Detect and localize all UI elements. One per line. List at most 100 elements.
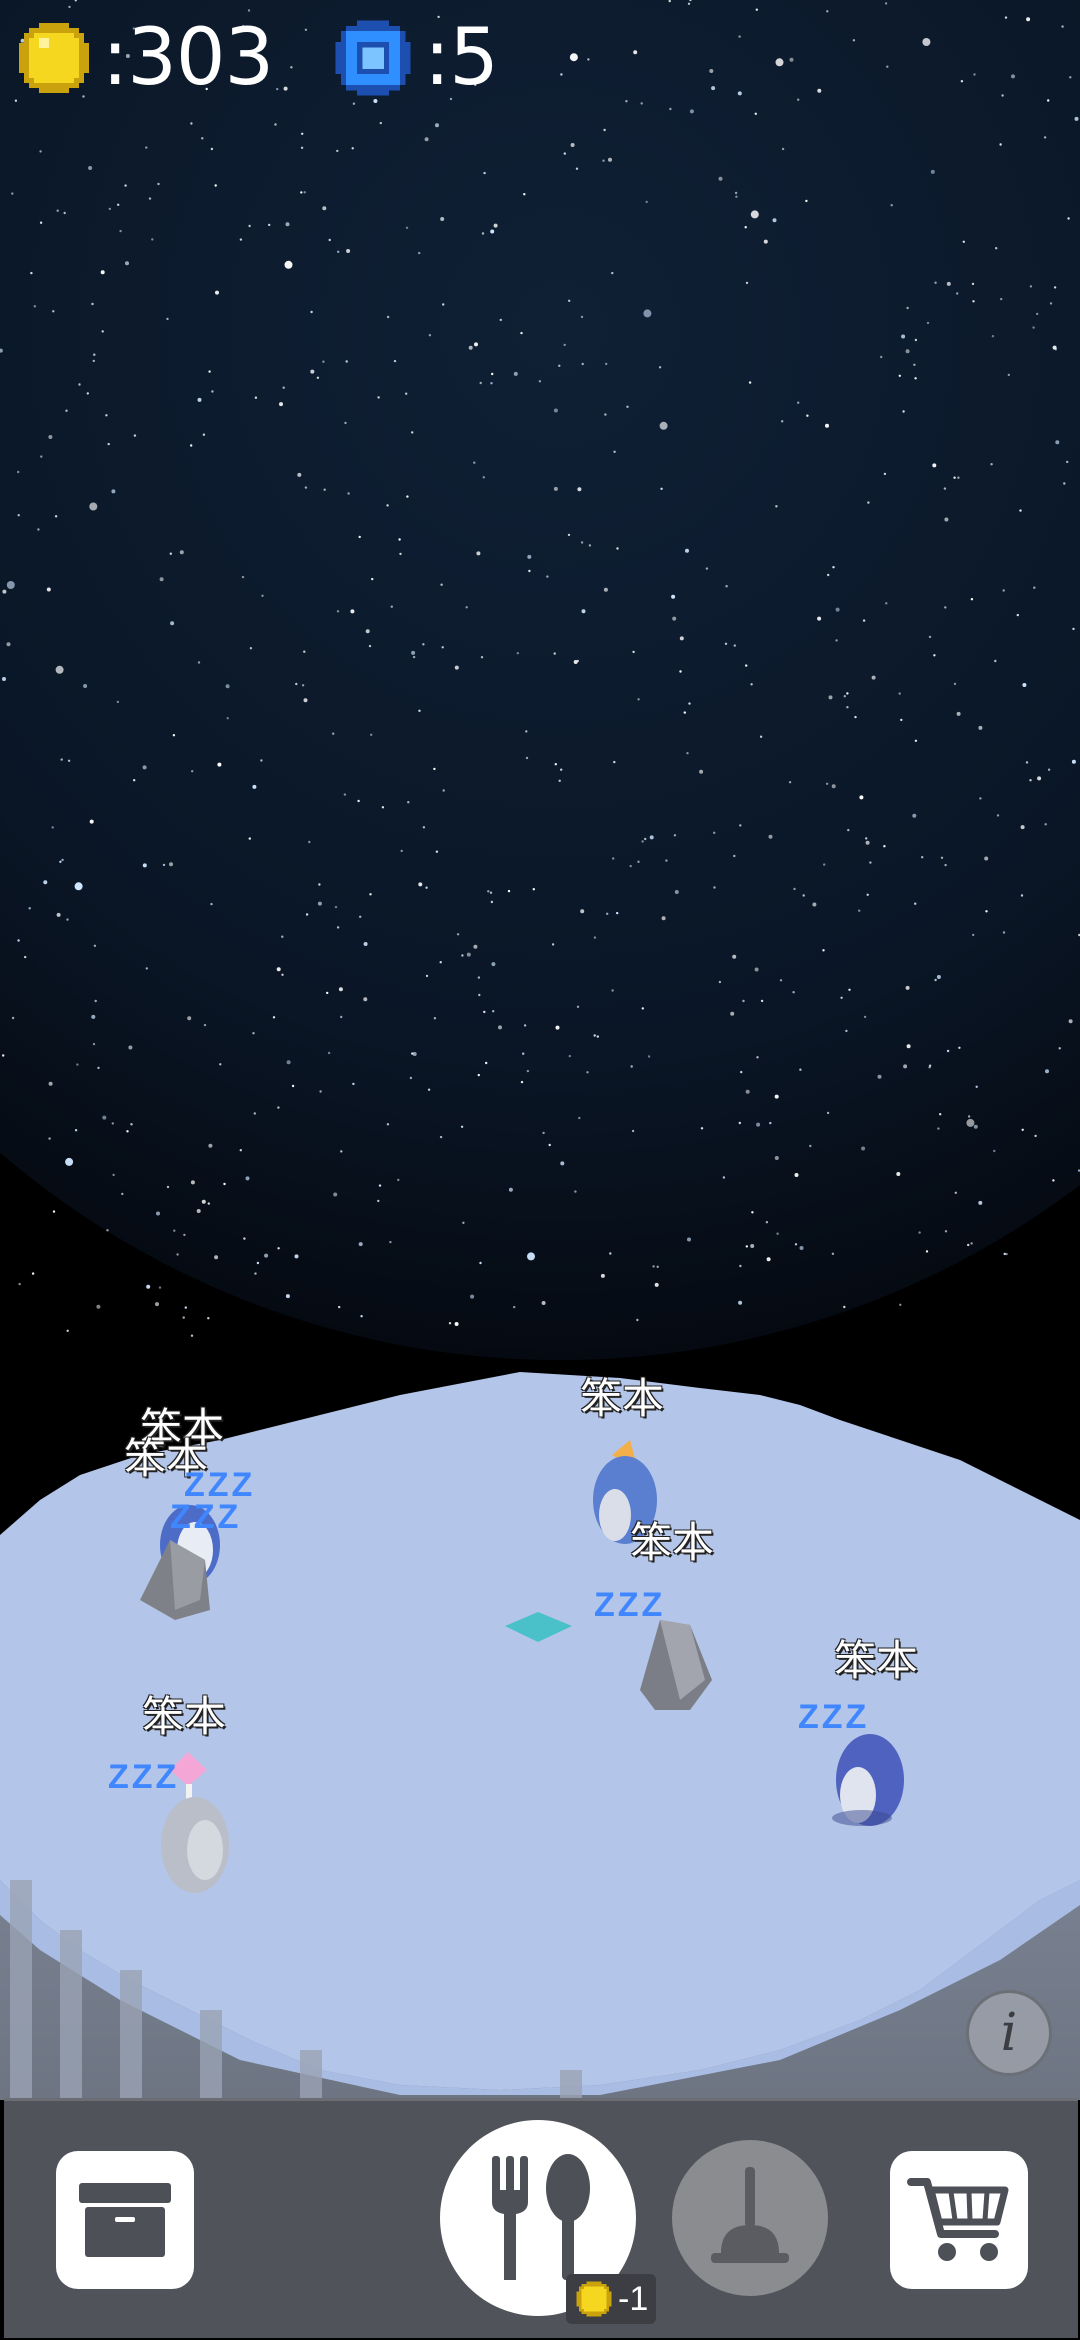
info-button[interactable]: i [966,1990,1052,2076]
penguin-name-label[interactable]: 笨本 [142,1696,226,1738]
star [570,143,575,147]
star [689,109,694,114]
star [211,390,214,393]
star [173,1229,176,1232]
star [248,837,251,840]
star [30,271,33,275]
star [303,650,306,653]
star [308,840,311,844]
star [201,1199,206,1204]
star [603,587,608,592]
star [460,1125,464,1129]
star [133,779,136,782]
star [861,1146,866,1151]
star [760,999,764,1003]
star [440,217,445,221]
star [520,1080,524,1084]
star [665,859,668,862]
shopping-cart-icon [907,2178,1009,2261]
star [336,926,340,929]
star [411,650,416,655]
star [196,1209,201,1213]
star [291,1084,295,1088]
star [148,197,152,200]
star [668,0,671,3]
star [207,1202,210,1205]
star [647,1055,651,1058]
star [399,552,402,556]
star [157,182,160,186]
star [490,900,494,904]
star [934,281,937,284]
star [745,664,748,667]
star [1052,1179,1055,1182]
star [433,1017,437,1020]
gem-icon [335,20,411,96]
star [63,211,66,215]
star [972,300,975,303]
star [169,862,173,867]
star [55,665,64,674]
star [877,1074,882,1079]
star [456,933,460,936]
star [944,606,947,609]
star [83,684,88,688]
penguin-name-label[interactable]: 笨本 [834,1640,918,1682]
star [368,644,372,648]
star [208,370,211,373]
star [522,1052,525,1055]
star [581,609,586,614]
star [817,88,822,93]
star [903,1064,908,1069]
star [553,486,558,491]
star [357,799,360,803]
star [516,652,519,655]
star [885,602,888,605]
star [940,856,944,859]
star [190,444,193,447]
star [407,801,410,804]
star [1066,460,1069,464]
star [476,551,481,556]
star [440,583,443,586]
star [576,1005,580,1008]
star [290,66,293,69]
star [759,735,763,738]
star [67,759,71,762]
star [197,661,201,664]
game-scene[interactable] [0,0,1080,2340]
star [944,1230,948,1233]
star [738,1300,743,1305]
star [962,240,965,243]
star [863,1015,867,1019]
star [994,659,997,663]
star [187,1016,192,1021]
star [756,1056,759,1059]
penguin-name-label[interactable]: 笨本 [580,1378,664,1420]
star [797,401,800,404]
star [86,392,90,395]
star [865,840,870,845]
star [124,184,127,187]
star [990,463,993,466]
shop-button[interactable] [890,2151,1028,2289]
clean-button[interactable] [672,2140,828,2296]
penguin-name-label[interactable]: 笨本 [630,1522,714,1564]
star [91,302,94,306]
star [641,1007,644,1010]
star [713,886,716,889]
star [1020,825,1025,830]
star [1001,94,1004,97]
star [604,413,607,416]
star [754,112,757,116]
star [405,226,409,229]
inventory-button[interactable] [56,2151,194,2289]
star [253,1112,256,1115]
star [184,1306,187,1309]
star [930,169,935,174]
star [485,1061,488,1065]
star [1037,776,1042,781]
star [252,1032,255,1035]
star [587,58,590,61]
star [973,73,976,76]
